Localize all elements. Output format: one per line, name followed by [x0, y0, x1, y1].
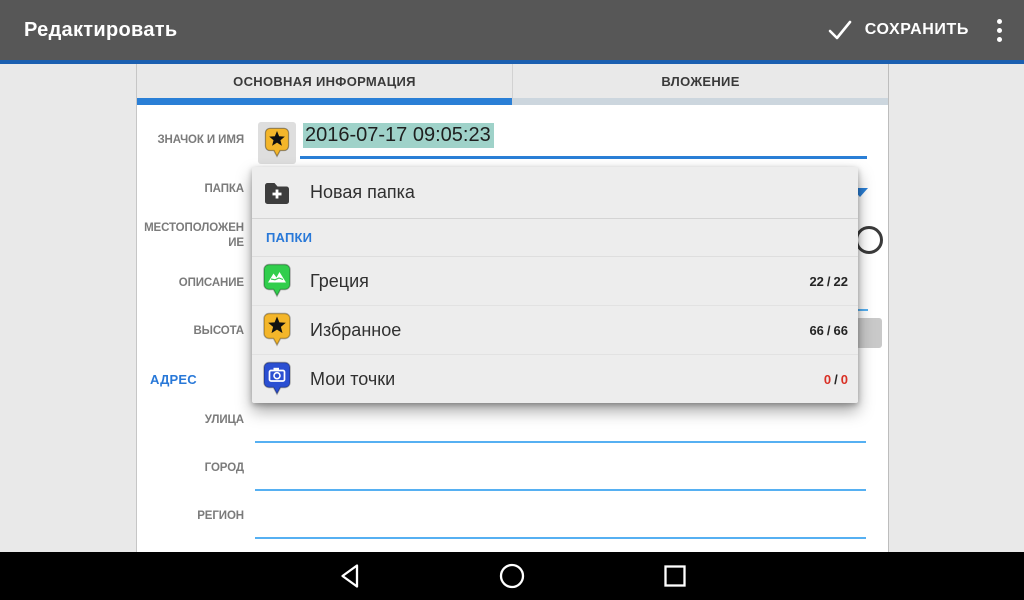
folder-count: 66/66: [809, 323, 848, 338]
camera-pin-icon: [263, 361, 291, 397]
new-folder-label: Новая папка: [310, 182, 415, 203]
name-input[interactable]: 2016-07-17 09:05:23: [303, 124, 494, 147]
folder-name: Мои точки: [310, 369, 395, 390]
folder-item-my-points[interactable]: Мои точки 0/0: [252, 354, 858, 403]
height-unit-button[interactable]: [856, 318, 882, 348]
folder-item-greece[interactable]: Греция 22/22: [252, 257, 858, 305]
tab-attachment-label: ВЛОЖЕНИЕ: [661, 74, 739, 89]
folders-section-header: ПАПКИ: [252, 219, 858, 257]
save-button[interactable]: СОХРАНИТЬ: [821, 9, 975, 51]
folder-label: ПАПКА: [137, 182, 244, 197]
save-label: СОХРАНИТЬ: [865, 21, 969, 39]
action-bar-actions: СОХРАНИТЬ: [821, 9, 1024, 51]
folder-dropdown: Новая папка ПАПКИ Греция 22/22 И: [252, 167, 858, 403]
gps-circle-icon[interactable]: [855, 226, 883, 254]
star-pin-icon: [263, 312, 291, 348]
action-bar: Редактировать СОХРАНИТЬ: [0, 0, 1024, 60]
region-label: РЕГИОН: [137, 509, 244, 524]
region-input[interactable]: [255, 511, 866, 539]
check-icon: [827, 17, 853, 43]
nav-home-button[interactable]: [484, 552, 540, 600]
name-input-selected-text: 2016-07-17 09:05:23: [303, 123, 494, 148]
home-icon: [498, 562, 526, 590]
location-label: МЕСТОПОЛОЖЕНИЕ: [137, 221, 244, 251]
recents-icon: [663, 564, 687, 588]
folder-name: Избранное: [310, 320, 401, 341]
city-label: ГОРОД: [137, 461, 244, 476]
folder-plus-icon: [263, 181, 291, 204]
star-pin-icon: [264, 127, 290, 159]
folder-name: Греция: [310, 271, 369, 292]
city-input[interactable]: [255, 463, 866, 491]
tab-basic-info[interactable]: ОСНОВНАЯ ИНФОРМАЦИЯ: [137, 64, 512, 105]
folder-count: 22/22: [809, 274, 848, 289]
description-label: ОПИСАНИЕ: [137, 276, 244, 291]
tab-bar: ОСНОВНАЯ ИНФОРМАЦИЯ ВЛОЖЕНИЕ: [137, 64, 888, 105]
name-input-underline: [300, 156, 867, 159]
new-folder-item[interactable]: Новая папка: [252, 167, 858, 219]
folders-section-label: ПАПКИ: [266, 230, 312, 245]
nav-back-button[interactable]: [323, 552, 379, 600]
overflow-menu-button[interactable]: [989, 13, 1010, 48]
page-title: Редактировать: [24, 19, 177, 42]
android-nav-bar: [0, 552, 1024, 600]
folder-item-favorites[interactable]: Избранное 66/66: [252, 305, 858, 354]
kebab-menu-icon: [997, 19, 1002, 24]
nav-recents-button[interactable]: [647, 552, 703, 600]
icon-name-label: ЗНАЧОК И ИМЯ: [137, 133, 244, 148]
tab-attachment[interactable]: ВЛОЖЕНИЕ: [512, 64, 888, 105]
height-label: ВЫСОТА: [137, 324, 244, 339]
screen: Редактировать СОХРАНИТЬ ОСНОВНАЯ ИНФОРМА…: [0, 0, 1024, 600]
address-section-header: АДРЕС: [150, 372, 197, 387]
landscape-pin-icon: [263, 263, 291, 299]
folder-count: 0/0: [824, 372, 848, 387]
marker-icon-button[interactable]: [258, 122, 296, 164]
tab-basic-info-label: ОСНОВНАЯ ИНФОРМАЦИЯ: [233, 74, 416, 89]
street-label: УЛИЦА: [137, 413, 244, 428]
street-input[interactable]: [255, 415, 866, 443]
page-background: ОСНОВНАЯ ИНФОРМАЦИЯ ВЛОЖЕНИЕ ЗНАЧОК И ИМ…: [0, 64, 1024, 552]
back-icon: [338, 562, 364, 590]
